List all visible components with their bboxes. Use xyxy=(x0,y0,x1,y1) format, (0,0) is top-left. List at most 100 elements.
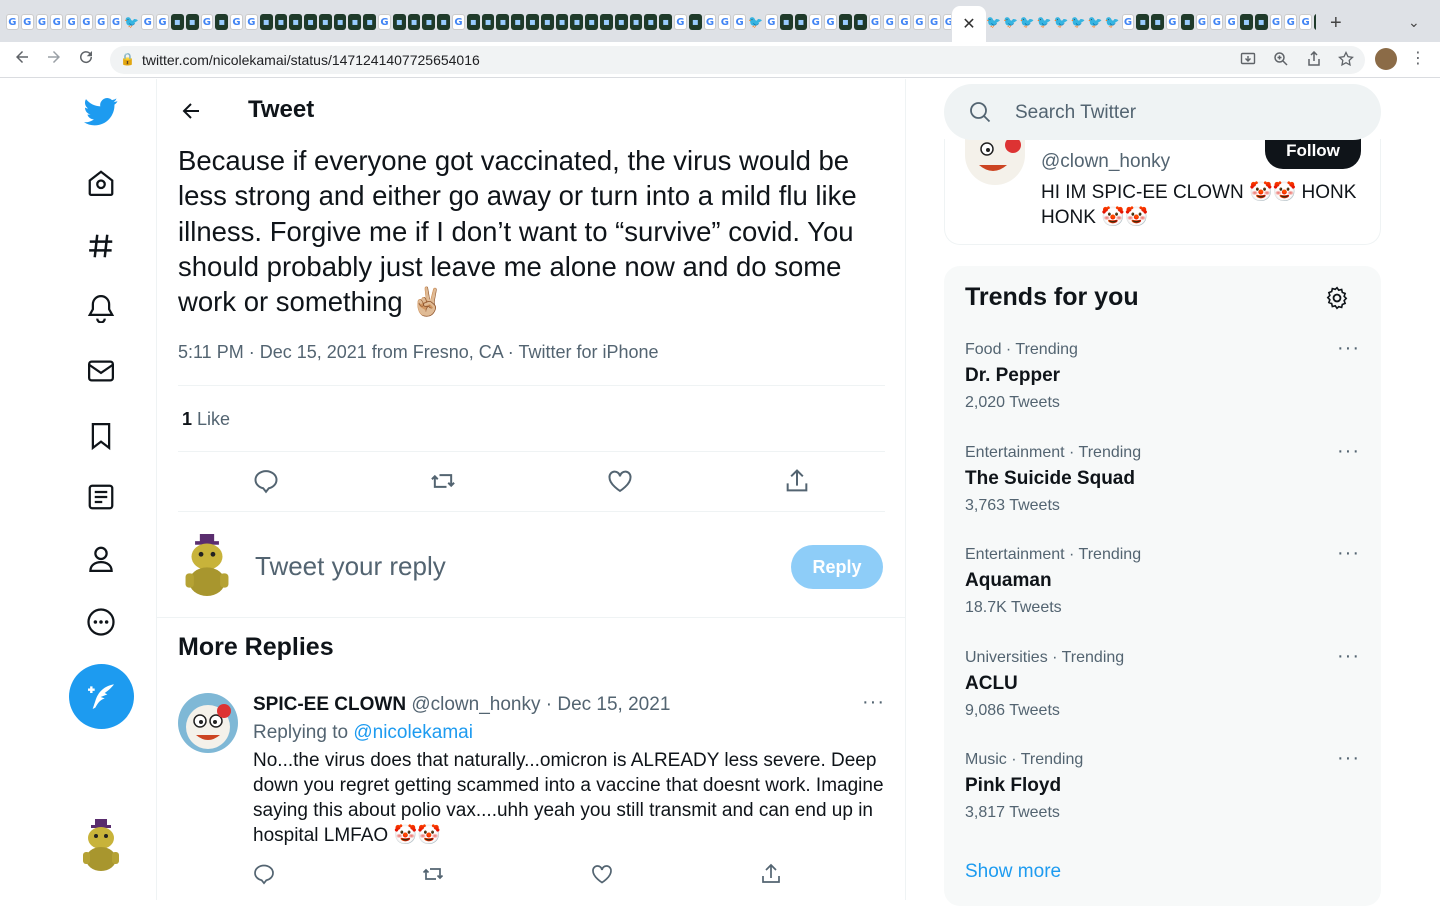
reply-author-avatar[interactable] xyxy=(178,693,238,753)
trend-item[interactable]: Universities · Trending ACLU 9,086 Tweets ·… xyxy=(965,645,1365,739)
like-icon[interactable] xyxy=(606,467,634,495)
tab-favicon[interactable]: ▪ xyxy=(481,14,495,30)
reply-button[interactable]: Reply xyxy=(791,545,883,589)
trend-item[interactable]: Food · Trending Dr. Pepper 2,020 Tweets ··· xyxy=(965,337,1365,431)
address-bar[interactable]: 🔒 twitter.com/nicolekamai/status/1471241… xyxy=(110,46,1365,74)
tab-favicon[interactable]: G xyxy=(50,14,64,30)
tab-favicon[interactable]: ▪ xyxy=(185,14,199,30)
tab-favicon[interactable]: G xyxy=(674,14,687,30)
tab-favicon[interactable]: 🐦 xyxy=(1054,14,1069,30)
tab-favicon[interactable]: ▪ xyxy=(1240,14,1253,30)
tab-favicon[interactable]: ▪ xyxy=(600,14,613,30)
tab-favicon[interactable]: G xyxy=(1299,14,1312,30)
tab-search-button[interactable]: ⌄ xyxy=(1408,14,1420,31)
tab-favicon[interactable]: ▪ xyxy=(526,14,539,30)
tab-favicon[interactable]: ▪ xyxy=(659,14,673,30)
messages-icon[interactable] xyxy=(84,354,118,388)
tab-favicon[interactable]: G xyxy=(65,14,78,30)
forward-icon[interactable] xyxy=(42,48,66,71)
tab-favicon[interactable]: ▪ xyxy=(170,14,184,30)
tab-favicon[interactable]: ▪ xyxy=(392,14,406,30)
bookmark-star-icon[interactable] xyxy=(1338,50,1354,70)
back-icon[interactable] xyxy=(10,48,34,71)
tab-favicon[interactable]: ▪ xyxy=(407,14,421,30)
tab-favicon[interactable]: G xyxy=(733,14,746,30)
likes-count[interactable]: 1 Like xyxy=(182,409,230,430)
show-more-link[interactable]: Show more xyxy=(965,861,1061,883)
tab-favicon[interactable]: G xyxy=(1195,14,1209,30)
settings-gear-icon[interactable] xyxy=(1324,285,1350,311)
tab-favicon[interactable]: 🐦 xyxy=(1071,14,1086,30)
tab-favicon[interactable]: ▪ xyxy=(585,14,599,30)
reply-reply-icon[interactable] xyxy=(252,862,280,890)
tab-favicon[interactable]: ▪ xyxy=(1313,14,1316,30)
tab-favicon[interactable]: G xyxy=(1225,14,1238,30)
tab-favicon[interactable]: G xyxy=(230,14,243,30)
tab-favicon[interactable]: ▪ xyxy=(629,14,643,30)
tab-favicon[interactable]: G xyxy=(1284,14,1298,30)
tab-favicon[interactable]: ▪ xyxy=(794,14,808,30)
tab-favicon[interactable]: G xyxy=(703,14,717,30)
reply-handle-date[interactable]: @clown_honky · Dec 15, 2021 xyxy=(406,694,670,715)
tab-favicon[interactable]: ▪ xyxy=(779,14,793,30)
tab-favicon[interactable]: 🐦 xyxy=(1088,14,1103,30)
lock-icon[interactable]: 🔒 xyxy=(120,52,135,66)
home-icon[interactable] xyxy=(84,166,118,200)
tab-favicon[interactable]: ▪ xyxy=(466,14,480,30)
tab-favicon[interactable]: ▪ xyxy=(289,14,303,30)
browser-profile-avatar[interactable] xyxy=(1375,48,1397,70)
tab-favicon[interactable]: ▪ xyxy=(333,14,347,30)
tab-favicon[interactable]: G xyxy=(94,14,108,30)
tab-favicon[interactable]: ▪ xyxy=(215,14,229,30)
tab-favicon[interactable]: 🐦 xyxy=(1037,14,1052,30)
tab-favicon[interactable]: G xyxy=(718,14,732,30)
tab-favicon[interactable]: G xyxy=(378,14,391,30)
compose-tweet-button[interactable] xyxy=(69,664,134,729)
tab-favicon[interactable]: G xyxy=(1166,14,1179,30)
tab-favicon[interactable]: G xyxy=(1121,14,1135,30)
zoom-icon[interactable] xyxy=(1273,51,1289,70)
notifications-icon[interactable] xyxy=(84,291,118,325)
suggested-user-avatar[interactable] xyxy=(965,135,1025,185)
composer-avatar[interactable] xyxy=(179,534,235,596)
tab-favicons-right[interactable]: 🐦🐦🐦🐦🐦🐦🐦🐦G▪▪G▪GGG▪▪GGG▪ xyxy=(986,14,1316,34)
trend-item[interactable]: Entertainment · Trending Aquaman 18.7K Twe… xyxy=(965,542,1365,636)
tab-favicon[interactable]: ▪ xyxy=(274,14,288,30)
tab-favicon[interactable]: ▪ xyxy=(1151,14,1165,30)
tab-favicon[interactable]: G xyxy=(156,14,169,30)
tab-favicon[interactable]: ▪ xyxy=(688,14,702,30)
tab-favicon[interactable]: ▪ xyxy=(304,14,317,30)
tab-favicon[interactable]: G xyxy=(927,14,941,30)
tab-favicon[interactable]: G xyxy=(1269,14,1283,30)
tab-favicon[interactable]: ▪ xyxy=(570,14,584,30)
tab-favicon[interactable]: ▪ xyxy=(555,14,569,30)
tab-favicon[interactable]: 🐦 xyxy=(1020,14,1035,30)
share-tweet-icon[interactable] xyxy=(783,467,811,495)
trend-more-icon[interactable]: ··· xyxy=(1337,747,1360,770)
tab-favicon[interactable]: G xyxy=(824,14,837,30)
reply-icon[interactable] xyxy=(252,467,280,495)
trend-item[interactable]: Music · Trending Pink Floyd 3,817 Tweets ··… xyxy=(965,747,1365,841)
close-tab-icon[interactable]: ✕ xyxy=(962,14,975,34)
search-input[interactable]: Search Twitter xyxy=(1015,102,1136,124)
tab-favicon[interactable]: ▪ xyxy=(437,14,451,30)
browser-menu-icon[interactable]: ⋮ xyxy=(1410,48,1426,68)
tab-favicon[interactable]: G xyxy=(35,14,49,30)
tab-favicon[interactable]: 🐦 xyxy=(124,14,139,30)
tab-favicon[interactable]: ▪ xyxy=(318,14,332,30)
tab-favicon[interactable]: G xyxy=(79,14,93,30)
tab-favicon[interactable]: G xyxy=(912,14,926,30)
new-tab-button[interactable]: + xyxy=(1330,12,1342,35)
tab-favicon[interactable]: ▪ xyxy=(614,14,628,30)
reload-icon[interactable] xyxy=(74,48,98,71)
trend-more-icon[interactable]: ··· xyxy=(1337,645,1360,668)
tab-favicon[interactable]: ▪ xyxy=(540,14,554,30)
reply-input[interactable]: Tweet your reply xyxy=(255,551,446,582)
tab-favicon[interactable]: G xyxy=(898,14,911,30)
tab-favicon[interactable]: 🐦 xyxy=(1003,14,1018,30)
active-tab[interactable]: ✕ xyxy=(952,6,986,42)
back-arrow-icon[interactable] xyxy=(179,99,203,123)
install-app-icon[interactable] xyxy=(1240,51,1256,70)
tab-favicon[interactable]: 🐦 xyxy=(986,14,1001,30)
suggested-user-handle[interactable]: @clown_honky xyxy=(1041,151,1170,173)
